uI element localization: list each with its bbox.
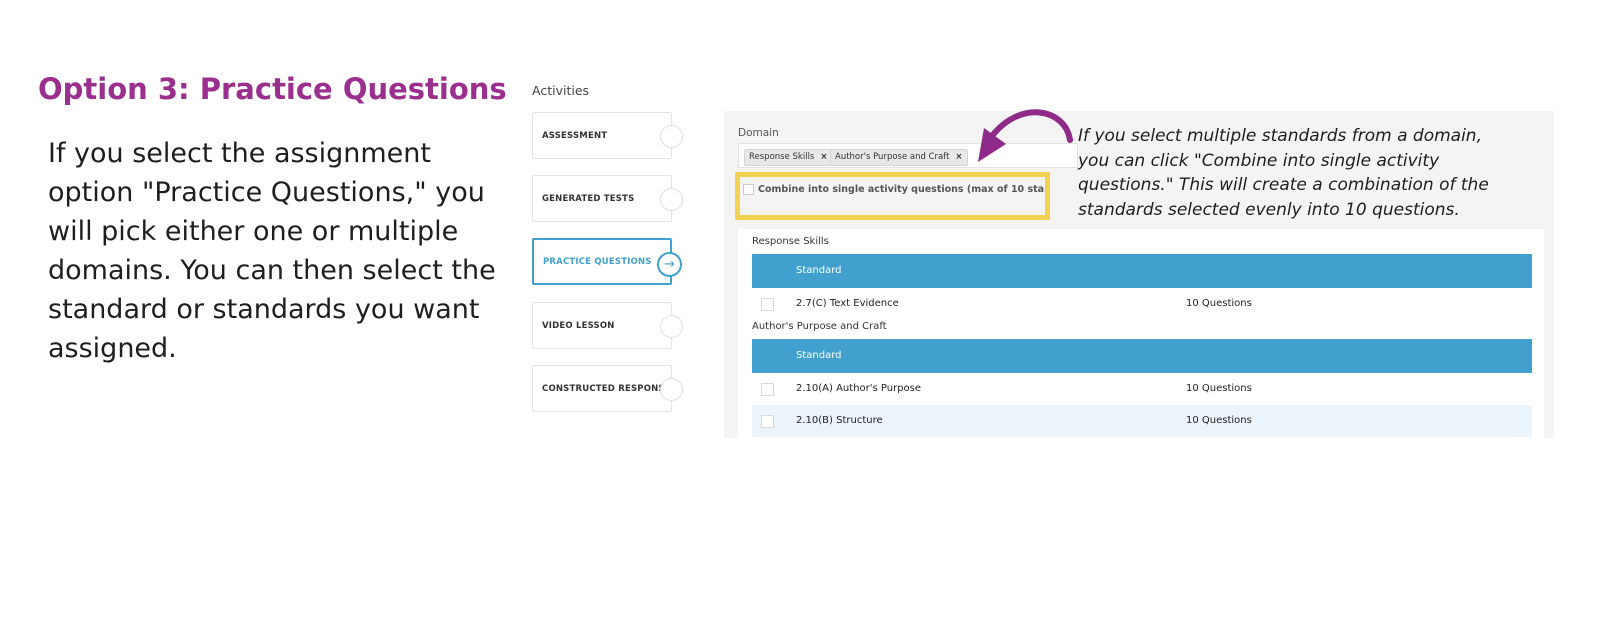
remove-tag-icon[interactable]: × xyxy=(820,152,827,162)
standard-name: 2.10(B) Structure xyxy=(796,415,883,426)
activity-label: PRACTICE QUESTIONS xyxy=(543,256,652,267)
activity-assessment[interactable]: ASSESSMENT xyxy=(532,112,683,159)
row-checkbox[interactable] xyxy=(761,298,774,311)
domain-label: Domain xyxy=(738,127,779,139)
row-checkbox[interactable] xyxy=(761,383,774,396)
arrow-right-circle-icon: → xyxy=(657,252,682,277)
question-count: 10 Questions xyxy=(1186,415,1252,426)
activity-video-lesson[interactable]: VIDEO LESSON xyxy=(532,302,683,349)
radio-circle-icon xyxy=(660,315,683,338)
column-header-standard: Standard xyxy=(796,350,842,361)
domain-tag-authors-purpose: Author's Purpose and Craft × xyxy=(830,149,968,166)
table-header: Standard xyxy=(752,254,1532,288)
radio-circle-icon xyxy=(660,378,683,401)
table-header: Standard xyxy=(752,339,1532,373)
activity-generated-tests[interactable]: GENERATED TESTS xyxy=(532,175,683,222)
radio-circle-icon xyxy=(660,125,683,148)
section-label: Author's Purpose and Craft xyxy=(752,321,887,332)
standard-name: 2.10(A) Author's Purpose xyxy=(796,383,922,394)
activity-label: ASSESSMENT xyxy=(542,130,608,141)
activity-label: GENERATED TESTS xyxy=(542,193,635,204)
table-row[interactable]: 2.7(C) Text Evidence 10 Questions xyxy=(752,288,1532,320)
table-row[interactable]: 2.10(B) Structure 10 Questions xyxy=(752,405,1532,437)
radio-circle-icon xyxy=(660,188,683,211)
activities-label: Activities xyxy=(532,83,590,98)
section-label: Response Skills xyxy=(752,236,829,247)
activity-label: CONSTRUCTED RESPONSE xyxy=(542,383,671,394)
tag-label: Response Skills xyxy=(749,152,815,162)
question-count: 10 Questions xyxy=(1186,298,1252,309)
curved-arrow-icon xyxy=(978,109,1073,162)
description-text: If you select the assignment option "Pra… xyxy=(48,138,496,364)
column-header-standard: Standard xyxy=(796,265,842,276)
table-row[interactable]: 2.10(A) Author's Purpose 10 Questions xyxy=(752,373,1532,405)
question-count: 10 Questions xyxy=(1186,383,1252,394)
activity-constructed-response[interactable]: CONSTRUCTED RESPONSE xyxy=(532,365,683,412)
activity-practice-questions[interactable]: PRACTICE QUESTIONS → xyxy=(532,238,682,285)
remove-tag-icon[interactable]: × xyxy=(955,152,962,162)
highlight-box xyxy=(735,172,1050,220)
activity-label: VIDEO LESSON xyxy=(542,320,615,331)
domain-tag-response-skills: Response Skills × xyxy=(744,149,833,166)
standard-name: 2.7(C) Text Evidence xyxy=(796,298,899,309)
tag-label: Author's Purpose and Craft xyxy=(835,152,950,162)
annotation-note: If you select multiple standards from a … xyxy=(1078,126,1489,220)
row-checkbox[interactable] xyxy=(761,415,774,428)
page-title: Option 3: Practice Questions xyxy=(38,72,507,106)
